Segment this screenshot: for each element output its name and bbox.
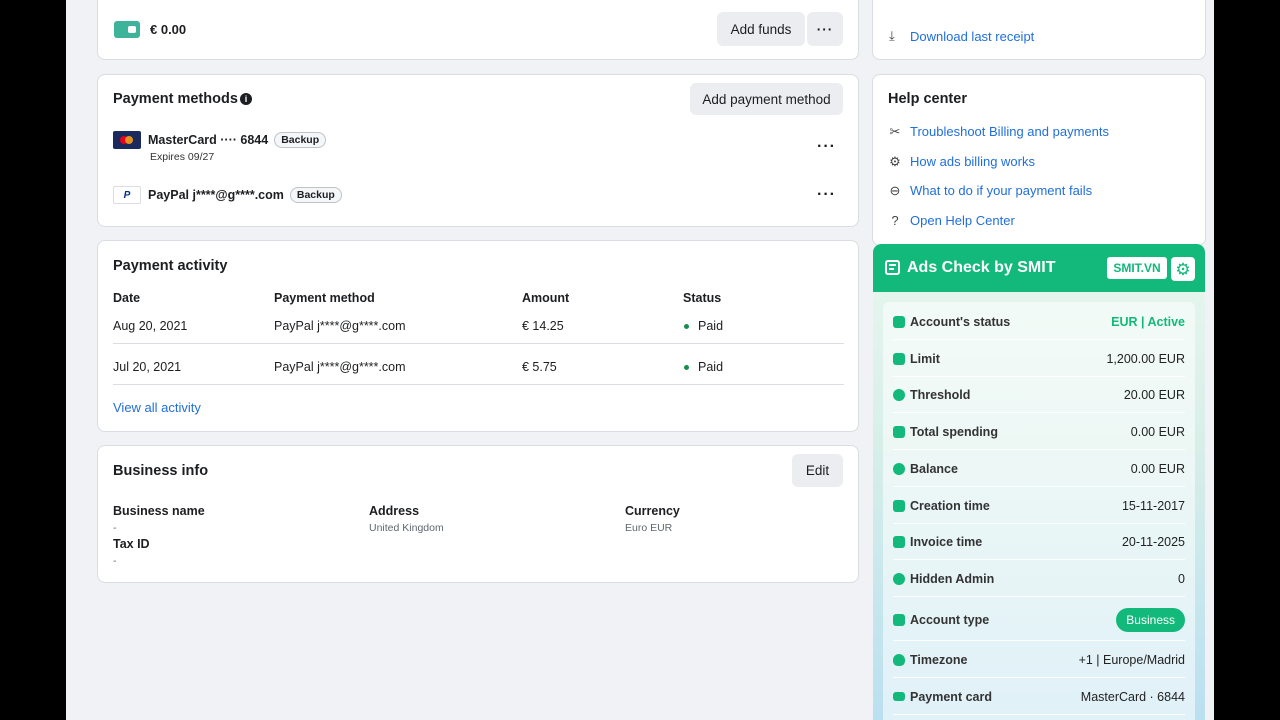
paypal-more-button[interactable]: ···: [817, 186, 836, 204]
table-cell-method: PayPal j****@g****.com: [274, 360, 406, 374]
payment-method-name: PayPal j****@g****.com Backup: [148, 187, 342, 203]
view-all-activity-link[interactable]: View all activity: [113, 400, 201, 415]
funds-amount: € 0.00: [150, 22, 187, 37]
backup-badge: Backup: [274, 132, 327, 148]
smit-site-badge[interactable]: SMIT.VN: [1107, 257, 1167, 279]
funds-more-button[interactable]: ···: [807, 12, 843, 46]
status-dot-icon: [684, 324, 689, 329]
chart-icon: [893, 315, 905, 328]
table-cell-status: Paid: [698, 319, 724, 333]
table-cell-amount: € 5.75: [522, 360, 557, 374]
address-value: United Kingdom: [369, 522, 444, 534]
payment-methods-title: Payment methods: [113, 91, 238, 107]
payment-method-expiry: Expires 09/27: [150, 151, 215, 163]
shield-check-icon: [893, 653, 905, 666]
tax-id-label: Tax ID: [113, 537, 150, 551]
help-link-open-center[interactable]: ? Open Help Center: [888, 213, 1014, 228]
gear-circle-icon: ⚙: [889, 153, 901, 169]
gear-icon: ⚙: [1175, 259, 1191, 279]
business-name-value: -: [113, 522, 117, 534]
status-dot-icon: [684, 365, 689, 370]
calendar-icon: [893, 499, 905, 512]
edit-business-button[interactable]: Edit: [792, 454, 843, 487]
mastercard-icon: [113, 131, 141, 149]
billing-page: € 0.00 Add funds ··· ⤓ Download last rec…: [66, 0, 1214, 720]
help-center-title: Help center: [888, 91, 967, 107]
table-cell-amount: € 14.25: [522, 319, 564, 333]
help-link-troubleshoot[interactable]: ✂ Troubleshoot Billing and payments: [888, 123, 1109, 140]
account-type-badge: Business: [1116, 607, 1185, 632]
add-payment-method-button[interactable]: Add payment method: [690, 83, 843, 115]
minus-circle-icon: ⊖: [889, 182, 901, 198]
more-dots-icon: ···: [816, 21, 834, 37]
download-icon: ⤓: [889, 28, 895, 43]
add-funds-button[interactable]: Add funds: [717, 12, 805, 46]
smit-row-threshold: Threshold 20.00 EUR: [893, 377, 1185, 413]
credit-card-icon: [893, 692, 905, 701]
address-label: Address: [369, 504, 420, 518]
tax-id-value: -: [113, 555, 117, 567]
table-cell-date: Aug 20, 2021: [113, 319, 188, 333]
business-info-title: Business info: [113, 463, 209, 479]
funds-card: € 0.00 Add funds ···: [97, 0, 859, 60]
tools-icon: ✂: [889, 123, 901, 139]
smit-row-timezone: Timezone +1 | Europe/Madrid: [893, 642, 1185, 678]
payment-methods-card: Payment methods i Add payment method Mas…: [97, 74, 859, 227]
question-circle-icon: ?: [891, 213, 899, 228]
payment-activity-card: Payment activity Date Payment method Amo…: [97, 240, 859, 432]
help-center-card: Help center ✂ Troubleshoot Billing and pa…: [872, 74, 1206, 246]
column-header-status: Status: [683, 291, 722, 305]
paypal-icon: P: [113, 186, 141, 204]
smit-row-limit: Limit 1,200.00 EUR: [893, 341, 1185, 377]
shield-icon: [893, 572, 905, 585]
smit-row-payment-card: Payment card MasterCard · 6844: [893, 679, 1185, 715]
smit-info-list: Account's status EUR | Active Limit 1,200.…: [883, 302, 1195, 720]
table-cell-status: Paid: [698, 360, 724, 374]
trend-icon: [893, 388, 905, 401]
table-cell-date: Jul 20, 2021: [113, 360, 182, 374]
help-link-payment-fails[interactable]: ⊖ What to do if your payment fails: [888, 182, 1093, 199]
smit-row-hidden-admin: Hidden Admin 0: [893, 561, 1185, 597]
smit-title: Ads Check by SMIT: [907, 259, 1056, 276]
business-name-label: Business name: [113, 504, 205, 518]
smit-logo-icon: [885, 260, 900, 275]
smit-row-status: Account's status EUR | Active: [893, 304, 1185, 340]
row-divider: [113, 343, 844, 344]
business-info-card: Business info Edit Business name - Addre…: [97, 445, 859, 583]
smit-row-total-spending: Total spending 0.00 EUR: [893, 414, 1185, 450]
smit-header: Ads Check by SMIT SMIT.VN ⚙: [873, 244, 1205, 292]
receipt-card: ⤓ Download last receipt: [872, 0, 1206, 60]
wallet-icon: [893, 425, 905, 438]
smit-settings-button[interactable]: ⚙: [1171, 257, 1195, 281]
smit-row-creation-time: Creation time 15-11-2017: [893, 488, 1185, 524]
download-receipt-link[interactable]: Download last receipt: [910, 29, 1034, 44]
limit-icon: [893, 352, 905, 365]
smit-row-balance: Balance 0.00 EUR: [893, 451, 1185, 487]
dollar-icon: [893, 462, 905, 475]
payment-method-name: MasterCard ···· 6844 Backup: [148, 132, 327, 148]
help-link-billing-works[interactable]: ⚙ How ads billing works: [888, 153, 1035, 170]
smit-panel: Ads Check by SMIT SMIT.VN ⚙ Account's st…: [873, 244, 1205, 720]
table-cell-method: PayPal j****@g****.com: [274, 319, 406, 333]
card-more-button[interactable]: ···: [817, 138, 836, 156]
row-divider: [113, 384, 844, 385]
user-icon: [893, 613, 905, 626]
column-header-date: Date: [113, 291, 141, 305]
wallet-icon: [114, 21, 140, 38]
currency-label: Currency: [625, 504, 680, 518]
smit-row-account-type: Account type Business: [893, 599, 1185, 641]
payment-activity-title: Payment activity: [113, 258, 228, 274]
column-header-amount: Amount: [522, 291, 570, 305]
invoice-icon: [893, 535, 905, 548]
smit-row-invoice-time: Invoice time 20-11-2025: [893, 524, 1185, 560]
column-header-payment-method: Payment method: [274, 291, 375, 305]
info-icon: i: [240, 93, 252, 105]
backup-badge: Backup: [289, 187, 342, 203]
currency-value: Euro EUR: [625, 522, 673, 534]
